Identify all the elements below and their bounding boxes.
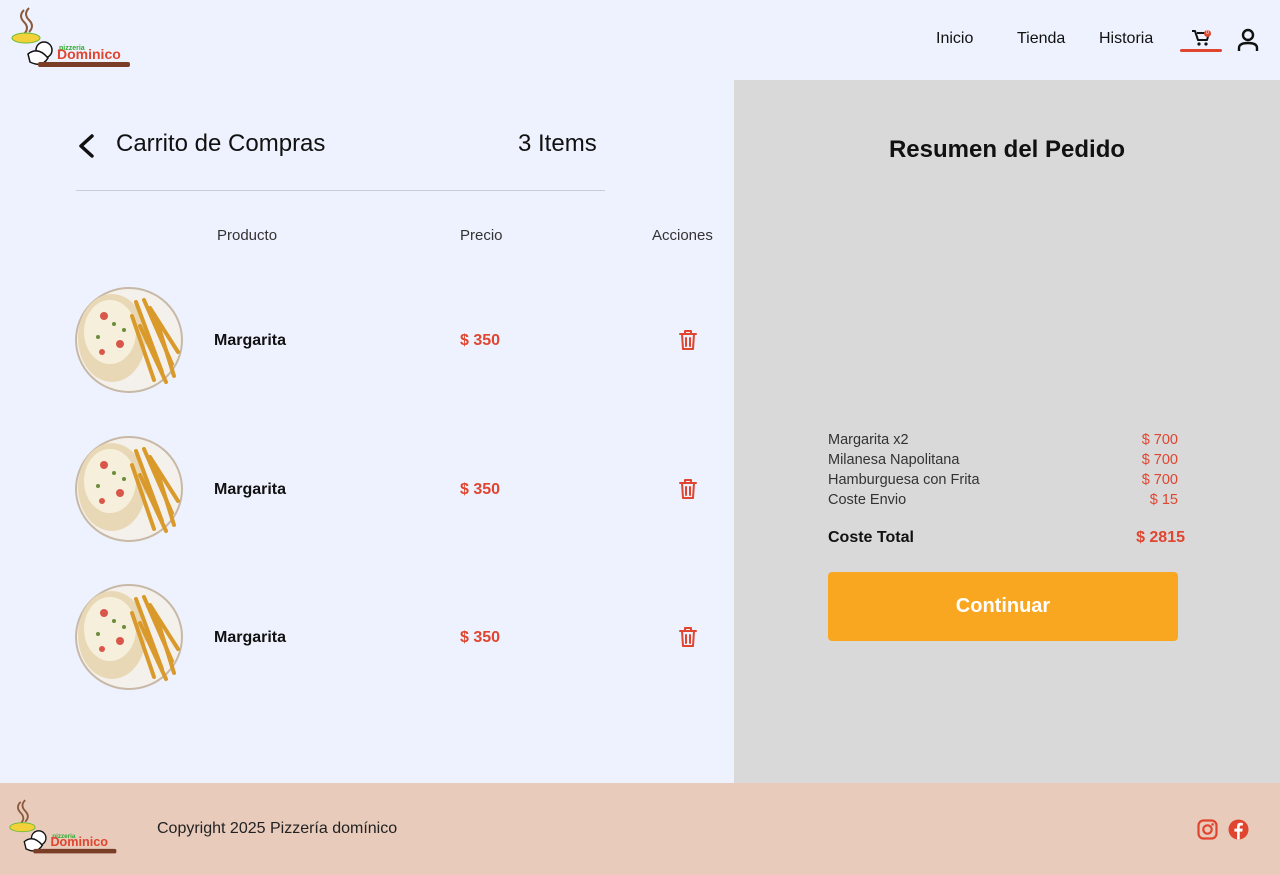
nav-historia[interactable]: Historia	[1099, 30, 1153, 48]
product-price: $ 350	[460, 332, 501, 349]
summary-line-value: $ 15	[1149, 492, 1178, 508]
product-image	[75, 584, 183, 690]
summary-line: Milanesa Napolitana $ 700	[828, 452, 1178, 472]
summary-line: Margarita x2 $ 700	[828, 432, 1178, 452]
summary-line-value: $ 700	[1141, 452, 1178, 468]
product-price: $ 350	[460, 629, 501, 646]
summary-line-value: $ 700	[1141, 472, 1178, 488]
pizzeria-logo[interactable]: pizzeria Dominico	[10, 6, 134, 74]
product-image	[75, 287, 183, 393]
nav-tienda[interactable]: Tienda	[1017, 30, 1065, 48]
trash-icon[interactable]	[678, 478, 698, 500]
continue-button[interactable]: Continuar	[828, 572, 1178, 641]
column-header-product: Producto	[217, 227, 278, 244]
header: pizzeria Dominico Inicio Tienda Historia…	[0, 0, 1280, 80]
facebook-icon[interactable]	[1228, 819, 1249, 840]
footer: pizzeria Dominico Copyright 2025 Pizzerí…	[0, 783, 1280, 875]
column-header-price: Precio	[460, 227, 503, 244]
column-header-actions: Acciones	[652, 227, 713, 244]
product-price: $ 350	[460, 481, 501, 498]
summary-line-label: Margarita x2	[828, 432, 909, 448]
logo-text: Dominico	[57, 46, 121, 62]
page-title: Carrito de Compras	[116, 130, 326, 157]
cart-badge: 0	[1204, 30, 1211, 37]
total-value: $ 2815	[1136, 529, 1185, 546]
summary-line: Hamburguesa con Frita $ 700	[828, 472, 1178, 492]
summary-line: Coste Envio $ 15	[828, 492, 1178, 512]
cart-row: Margarita $ 350	[0, 282, 734, 394]
trash-icon[interactable]	[678, 626, 698, 648]
product-image	[75, 436, 183, 542]
cart-button[interactable]: 0	[1180, 28, 1222, 52]
back-arrow-icon[interactable]	[76, 133, 98, 159]
trash-icon[interactable]	[678, 329, 698, 351]
order-summary-panel: Resumen del Pedido Margarita x2 $ 700 Mi…	[734, 80, 1280, 783]
summary-total: Coste Total $ 2815	[828, 529, 1185, 549]
summary-line-label: Hamburguesa con Frita	[828, 472, 980, 488]
product-name: Margarita	[214, 332, 287, 349]
summary-title: Resumen del Pedido	[888, 136, 1126, 163]
total-label: Coste Total	[828, 529, 914, 546]
footer-logo-text: Dominico	[50, 835, 108, 849]
instagram-icon[interactable]	[1197, 819, 1218, 840]
divider	[76, 190, 605, 191]
summary-line-label: Milanesa Napolitana	[828, 452, 960, 468]
copyright-text: Copyright 2025 Pizzería domínico	[157, 820, 398, 837]
user-icon[interactable]	[1236, 27, 1260, 53]
summary-line-value: $ 700	[1141, 432, 1178, 448]
nav-inicio[interactable]: Inicio	[936, 30, 973, 48]
items-count: 3 Items	[518, 130, 597, 157]
product-name: Margarita	[214, 629, 287, 646]
summary-line-label: Coste Envio	[828, 492, 907, 508]
product-name: Margarita	[214, 481, 287, 498]
cart-row: Margarita $ 350	[0, 579, 734, 691]
cart-row: Margarita $ 350	[0, 431, 734, 543]
footer-logo[interactable]: pizzeria Dominico	[8, 797, 120, 861]
cart-active-indicator	[1180, 49, 1222, 52]
cart-panel: Carrito de Compras 3 Items Producto Prec…	[0, 80, 734, 783]
